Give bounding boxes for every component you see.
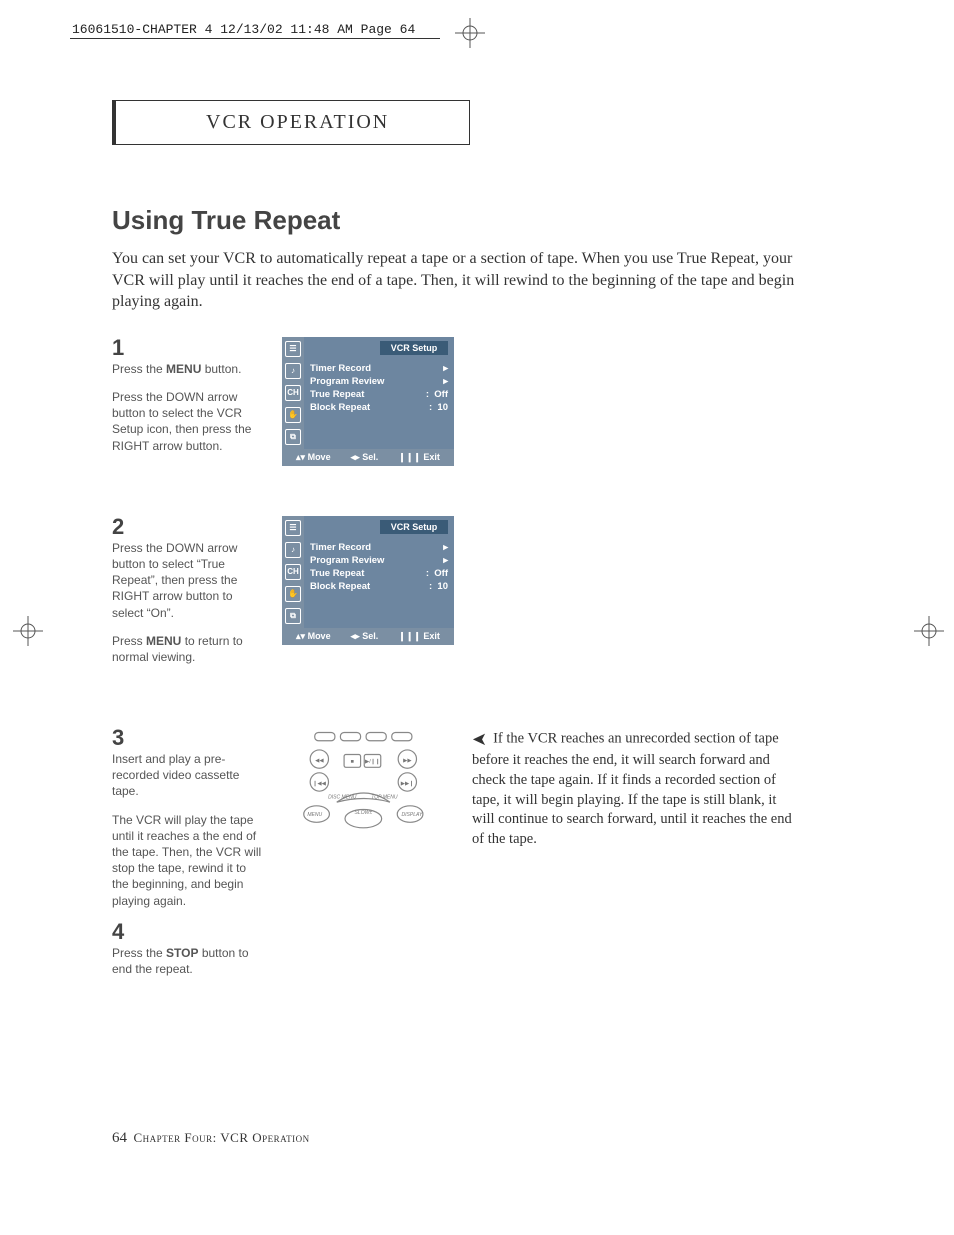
svg-text:TOP MENU: TOP MENU — [371, 795, 398, 801]
osd-row-val: 10 — [437, 581, 448, 592]
osd-icon: ⧉ — [285, 429, 301, 445]
remote-illustration: DISC MENU TOP MENU MENU SLOW± DISPLAY ■ … — [282, 727, 452, 837]
osd-title: VCR Setup — [380, 520, 448, 534]
osd-foot-exit: ❙❙❙ Exit — [398, 452, 440, 463]
svg-text:■: ■ — [351, 759, 354, 765]
chapter-label: VCR OPERATION — [206, 111, 389, 133]
header-rule — [70, 38, 440, 39]
menu-keyword: MENU — [166, 362, 201, 376]
osd-row-label: Block Repeat — [310, 581, 370, 592]
osd-icon: ✋ — [285, 407, 301, 423]
osd-foot-sel: ◂▸ Sel. — [351, 631, 379, 642]
osd-foot-move: ▴▾ Move — [296, 631, 331, 642]
osd-icon: ⧉ — [285, 608, 301, 624]
osd-screen-1: ☰ ♪ CH ✋ ⧉ VCR Setup Timer Record ▸ Progr… — [282, 337, 454, 466]
svg-text:❙◀◀: ❙◀◀ — [313, 780, 327, 787]
note-text: If the VCR reaches an unrecorded section… — [472, 731, 792, 847]
footer-chapter: Chapter Four: VCR Operation — [134, 1130, 310, 1145]
crop-mark-right — [914, 616, 944, 646]
osd-sep: : — [429, 402, 432, 413]
step-2: 2 Press the DOWN arrow button to select … — [112, 516, 262, 677]
osd-row-label: True Repeat — [310, 389, 364, 400]
note-arrow-icon: ➤ — [472, 727, 487, 751]
page-footer: 64 Chapter Four: VCR Operation — [112, 1130, 310, 1147]
osd-icon: ☰ — [285, 341, 301, 357]
osd-screen-2: ☰ ♪ CH ✋ ⧉ VCR Setup Timer Record ▸ Progr… — [282, 516, 454, 677]
step-text: Press the — [112, 362, 166, 376]
osd-row-label: Timer Record — [310, 542, 371, 553]
step-text: Press the DOWN arrow button to select “T… — [112, 540, 262, 621]
step-text: Press the — [112, 946, 166, 960]
osd-row-val: Off — [434, 389, 448, 400]
step-text: The VCR will play the tape until it reac… — [112, 812, 262, 909]
osd-foot-move: ▴▾ Move — [296, 452, 331, 463]
step-number: 2 — [112, 516, 262, 538]
step-number: 3 — [112, 727, 262, 749]
menu-keyword: MENU — [146, 634, 181, 648]
osd-row-val: ▸ — [443, 555, 448, 566]
crop-mark-left — [13, 616, 43, 646]
svg-text:▶▶❙: ▶▶❙ — [401, 780, 414, 787]
osd-icon: ☰ — [285, 520, 301, 536]
osd-foot-exit: ❙❙❙ Exit — [398, 631, 440, 642]
osd-icon: ♪ — [285, 363, 301, 379]
osd-sep: : — [426, 389, 429, 400]
osd-title: VCR Setup — [380, 341, 448, 355]
chapter-label-box: VCR OPERATION — [112, 100, 470, 145]
osd-row-val: ▸ — [443, 542, 448, 553]
svg-text:MENU: MENU — [307, 812, 322, 818]
osd-row-val: 10 — [437, 402, 448, 413]
osd-row-label: True Repeat — [310, 568, 364, 579]
osd-row-label: Block Repeat — [310, 402, 370, 413]
osd-icon: ✋ — [285, 586, 301, 602]
step-number: 1 — [112, 337, 262, 359]
osd-row-val: ▸ — [443, 376, 448, 387]
osd-icon: ♪ — [285, 542, 301, 558]
svg-text:DISPLAY: DISPLAY — [401, 812, 423, 818]
step-number: 4 — [112, 921, 262, 943]
svg-text:SLOW±: SLOW± — [355, 810, 373, 816]
osd-row-label: Timer Record — [310, 363, 371, 374]
crop-mark-top — [455, 18, 485, 48]
step-text: Press the DOWN arrow button to select th… — [112, 389, 262, 454]
page-number: 64 — [112, 1130, 127, 1146]
running-head: 16061510-CHAPTER 4 12/13/02 11:48 AM Pag… — [72, 22, 415, 37]
step-text: Insert and play a pre-recorded video cas… — [112, 751, 262, 800]
osd-row-val: ▸ — [443, 363, 448, 374]
osd-sep: : — [429, 581, 432, 592]
svg-text:▶▶: ▶▶ — [403, 758, 412, 764]
osd-foot-sel: ◂▸ Sel. — [351, 452, 379, 463]
stop-keyword: STOP — [166, 946, 198, 960]
osd-row-label: Program Review — [310, 376, 384, 387]
intro-paragraph: You can set your VCR to automatically re… — [112, 248, 812, 313]
svg-text:◀◀: ◀◀ — [315, 758, 324, 764]
step-text: Press — [112, 634, 146, 648]
osd-row-label: Program Review — [310, 555, 384, 566]
svg-text:DISC MENU: DISC MENU — [328, 795, 357, 801]
step-1: 1 Press the MENU button. Press the DOWN … — [112, 337, 262, 466]
step-text: button. — [201, 362, 241, 376]
osd-row-val: Off — [434, 568, 448, 579]
osd-sep: : — [426, 568, 429, 579]
osd-icon: CH — [285, 564, 301, 580]
step-3: 3 Insert and play a pre-recorded video c… — [112, 727, 262, 989]
svg-text:▶/❙❙: ▶/❙❙ — [365, 758, 380, 765]
side-note: ➤If the VCR reaches an unrecorded sectio… — [472, 727, 802, 989]
page-title: Using True Repeat — [112, 205, 852, 236]
osd-icon: CH — [285, 385, 301, 401]
